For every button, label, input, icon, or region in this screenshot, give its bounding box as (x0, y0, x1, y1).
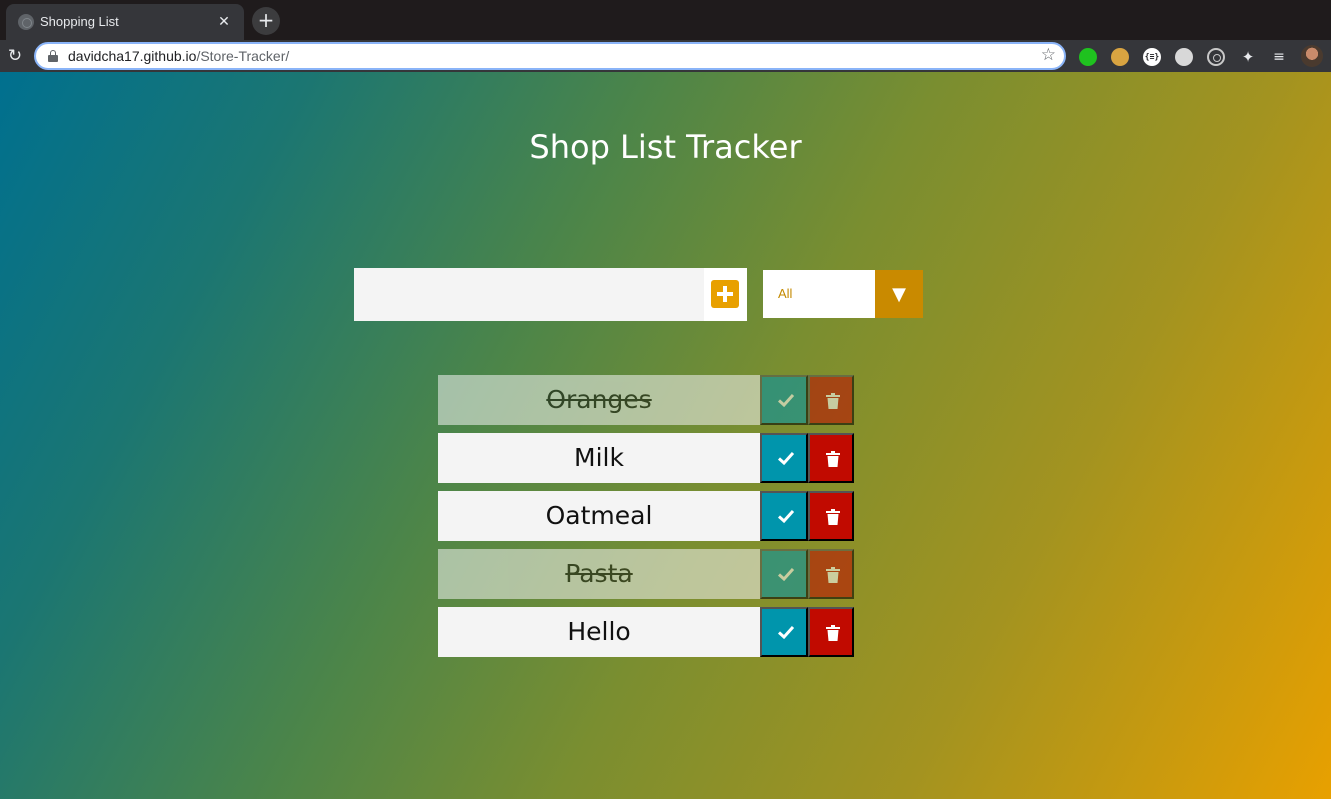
filter-selected-value: All (778, 286, 793, 301)
json-extension-icon[interactable]: {≡} (1143, 48, 1161, 66)
check-icon (778, 509, 794, 523)
shopping-list: Oranges Milk Oatmeal Pasta Hello (438, 375, 854, 665)
tab-title: Shopping List (40, 14, 119, 29)
item-text: Oatmeal (438, 491, 760, 541)
delete-button[interactable] (808, 549, 854, 599)
globe-icon (18, 14, 34, 30)
puzzle-icon[interactable]: ✦ (1239, 48, 1257, 66)
trash-icon (826, 509, 840, 525)
grid-extension-icon[interactable] (1175, 48, 1193, 66)
list-item: Milk (438, 433, 854, 483)
list-item: Oranges (438, 375, 854, 425)
profile-avatar[interactable] (1301, 45, 1323, 67)
trash-icon (826, 393, 840, 409)
item-text: Oranges (438, 375, 760, 425)
delete-button[interactable] (808, 607, 854, 657)
browser-toolbar: ↻ davidcha17.github.io/Store-Tracker/ ☆ … (0, 40, 1331, 72)
plus-square-icon (711, 280, 739, 308)
address-bar[interactable]: davidcha17.github.io/Store-Tracker/ ☆ (34, 42, 1066, 70)
item-text: Pasta (438, 549, 760, 599)
delete-button[interactable] (808, 433, 854, 483)
delete-button[interactable] (808, 375, 854, 425)
reload-icon[interactable]: ↻ (4, 45, 26, 67)
complete-button[interactable] (760, 607, 808, 657)
filter-select[interactable]: All ▼ (763, 270, 923, 318)
target-extension-icon[interactable] (1207, 48, 1225, 66)
tab-shopping-list[interactable]: Shopping List ✕ (6, 4, 244, 40)
list-item: Hello (438, 607, 854, 657)
trash-icon (826, 625, 840, 641)
page-title: Shop List Tracker (529, 128, 802, 166)
media-icon[interactable]: ≡ (1270, 48, 1288, 66)
check-icon (778, 567, 794, 581)
green-extension-icon[interactable] (1079, 48, 1097, 66)
trash-icon (826, 451, 840, 467)
add-item-form (354, 268, 747, 321)
complete-button[interactable] (760, 549, 808, 599)
list-item: Pasta (438, 549, 854, 599)
bookmark-star-icon[interactable]: ☆ (1041, 45, 1056, 65)
list-item: Oatmeal (438, 491, 854, 541)
cookie-extension-icon[interactable] (1111, 48, 1129, 66)
item-text: Milk (438, 433, 760, 483)
trash-icon (826, 567, 840, 583)
new-tab-button[interactable]: + (252, 7, 280, 35)
page-content: Shop List Tracker All ▼ Oranges Milk Oat… (0, 72, 1331, 799)
url-text[interactable]: davidcha17.github.io/Store-Tracker/ (68, 48, 289, 64)
check-icon (778, 393, 794, 407)
close-icon[interactable]: ✕ (214, 12, 234, 32)
check-icon (778, 625, 794, 639)
complete-button[interactable] (760, 433, 808, 483)
dropdown-arrow-icon[interactable]: ▼ (875, 270, 923, 318)
check-icon (778, 451, 794, 465)
tab-strip: Shopping List ✕ + (0, 0, 1331, 40)
complete-button[interactable] (760, 375, 808, 425)
add-button[interactable] (704, 268, 747, 321)
delete-button[interactable] (808, 491, 854, 541)
lock-icon[interactable] (48, 50, 58, 62)
item-input[interactable] (354, 268, 704, 321)
item-text: Hello (438, 607, 760, 657)
complete-button[interactable] (760, 491, 808, 541)
